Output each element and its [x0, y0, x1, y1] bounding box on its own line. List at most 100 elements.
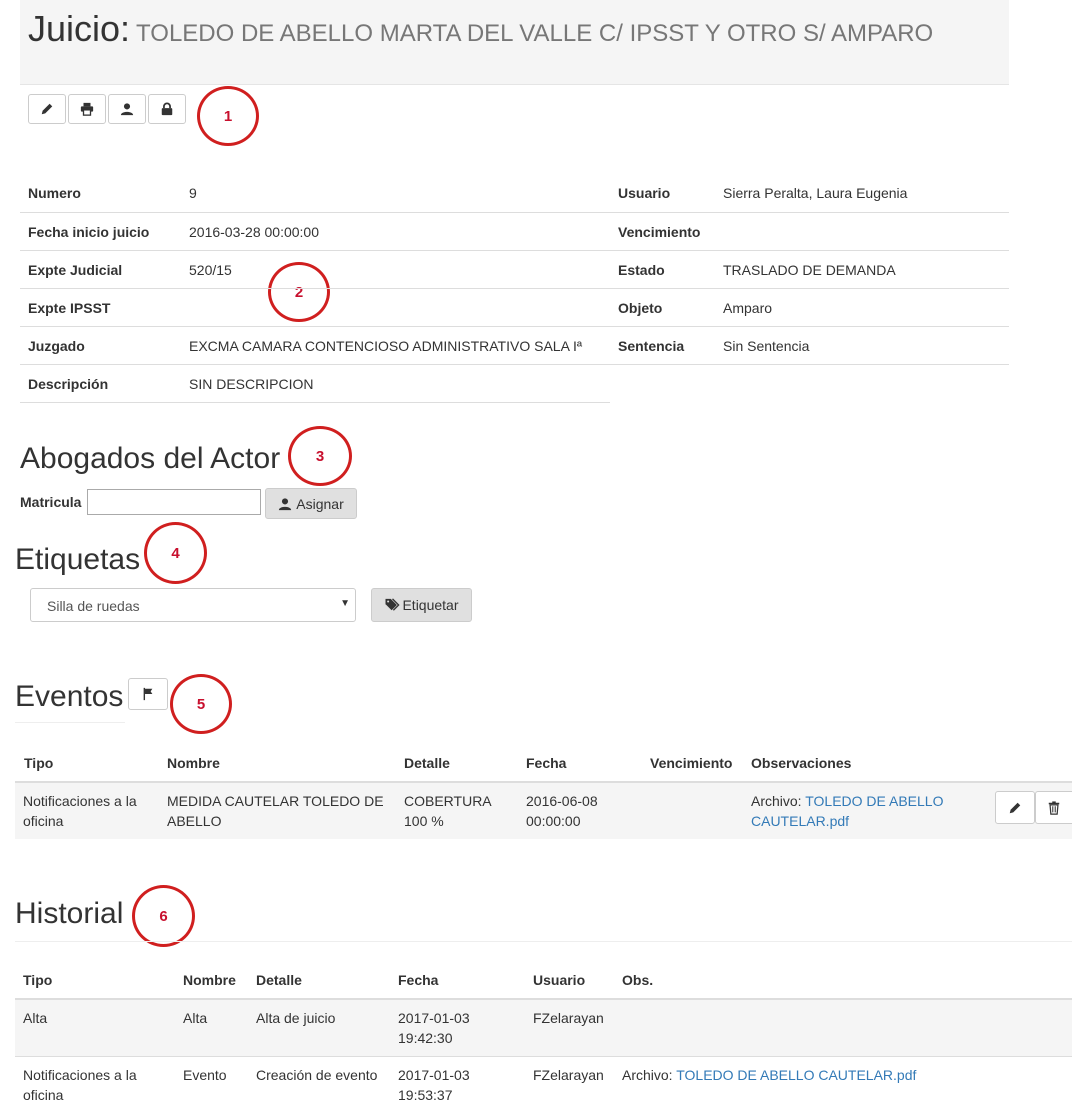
page-title: Juicio: TOLEDO DE ABELLO MARTA DEL VALLE … [28, 8, 933, 50]
etiquetar-label: Etiquetar [402, 597, 459, 613]
column-header: Observaciones [751, 755, 852, 771]
info-row: Expte Judicial 520/15 [20, 250, 610, 288]
info-label: Expte IPSST [28, 300, 111, 316]
historial-heading: Historial [15, 897, 124, 930]
info-row: Fecha inicio juicio 2016-03-28 00:00:00 [20, 212, 610, 250]
column-header: Tipo [24, 755, 54, 771]
info-value: 2016-03-28 00:00:00 [189, 224, 319, 240]
info-value: Amparo [723, 300, 773, 316]
column-header: Tipo [23, 972, 53, 988]
cell-usuario: FZelarayan [533, 1010, 604, 1026]
column-header: Fecha [398, 972, 439, 988]
print-button[interactable] [68, 94, 106, 124]
info-row: Juzgado EXCMA CAMARA CONTENCIOSO ADMINIS… [20, 326, 610, 364]
table-row: Alta Alta Alta de juicio 2017-01-03 19:4… [15, 1000, 1072, 1056]
cell-obs: Archivo: TOLEDO DE ABELLO CAUTELAR.pdf [622, 1065, 1062, 1085]
cell-tipo: Notificaciones a la oficina [23, 793, 137, 829]
user-button[interactable] [108, 94, 146, 124]
column-header: Detalle [256, 972, 302, 988]
user-icon [120, 103, 134, 116]
info-label: Vencimiento [618, 224, 701, 240]
info-label: Objeto [618, 300, 663, 316]
column-header: Obs. [622, 972, 654, 988]
etiquetar-button[interactable]: Etiquetar [371, 588, 472, 622]
cell-observaciones: Archivo: TOLEDO DE ABELLO CAUTELAR.pdf [751, 791, 976, 831]
etiqueta-selected: Silla de ruedas [47, 598, 140, 614]
file-link[interactable]: TOLEDO DE ABELLO CAUTELAR.pdf [676, 1067, 916, 1083]
annotation-4: 4 [144, 522, 207, 584]
info-row: Expte IPSST [20, 288, 610, 326]
table-row: Notificaciones a la oficina MEDIDA CAUTE… [15, 783, 1072, 839]
info-label: Sentencia [618, 338, 685, 354]
info-row: Usuario Sierra Peralta, Laura Eugenia [610, 174, 1009, 212]
etiqueta-select[interactable]: Silla de ruedas ▼ [30, 588, 356, 622]
info-row: Estado TRASLADO DE DEMANDA [610, 250, 1009, 288]
pencil-icon [41, 103, 53, 115]
annotation-5: 5 [170, 674, 232, 734]
title-label: Juicio: [28, 8, 131, 49]
info-value: Sierra Peralta, Laura Eugenia [723, 185, 908, 201]
info-row: Objeto Amparo [610, 288, 1009, 326]
info-label: Estado [618, 262, 665, 278]
cell-fecha: 2016-06-08 00:00:00 [526, 793, 598, 829]
user-icon [279, 497, 292, 510]
info-label: Fecha inicio juicio [28, 224, 150, 240]
cell-fecha: 2017-01-03 19:42:30 [398, 1010, 470, 1046]
matricula-input[interactable] [87, 489, 261, 515]
cell-fecha: 2017-01-03 19:53:37 [398, 1067, 470, 1103]
obs-prefix: Archivo: [751, 793, 802, 809]
info-value: 9 [189, 185, 197, 201]
case-title: TOLEDO DE ABELLO MARTA DEL VALLE C/ IPSS… [136, 20, 934, 47]
obs-prefix: Archivo: [622, 1067, 673, 1083]
pencil-icon [1009, 802, 1021, 813]
info-label: Expte Judicial [28, 262, 123, 278]
info-row: Descripción SIN DESCRIPCION [20, 364, 610, 403]
delete-event-button[interactable] [1035, 791, 1072, 824]
cell-tipo: Alta [23, 1010, 48, 1026]
print-icon [80, 102, 94, 116]
cell-detalle: COBERTURA 100 % [404, 793, 491, 829]
info-row: Sentencia Sin Sentencia [610, 326, 1009, 365]
annotation-3: 3 [288, 426, 352, 486]
column-header: Nombre [183, 972, 236, 988]
info-row: Vencimiento [610, 212, 1009, 250]
assign-label: Asignar [296, 495, 344, 512]
info-label: Juzgado [28, 338, 85, 354]
page-header: Juicio: TOLEDO DE ABELLO MARTA DEL VALLE … [20, 0, 1009, 85]
etiquetas-heading: Etiquetas [15, 543, 141, 576]
cell-nombre: Alta [183, 1010, 208, 1026]
info-value: 520/15 [189, 262, 232, 278]
edit-event-button[interactable] [995, 791, 1035, 824]
annotation-6: 6 [132, 885, 195, 947]
cell-tipo: Notificaciones a la oficina [23, 1067, 137, 1103]
column-header: Fecha [526, 755, 567, 771]
table-row: Notificaciones a la oficina Evento Creac… [15, 1057, 1072, 1116]
add-event-button[interactable] [128, 678, 168, 710]
info-value: SIN DESCRIPCION [189, 376, 314, 392]
column-header: Vencimiento [650, 755, 733, 771]
column-header: Nombre [167, 755, 220, 771]
heading-divider [15, 722, 125, 723]
info-label: Usuario [618, 185, 671, 201]
lock-button[interactable] [148, 94, 186, 124]
cell-nombre: MEDIDA CAUTELAR TOLEDO DE ABELLO [167, 793, 384, 829]
edit-button[interactable] [28, 94, 66, 124]
tags-icon [385, 598, 401, 611]
cell-detalle: Alta de juicio [256, 1010, 336, 1026]
cell-detalle: Creación de evento [256, 1067, 378, 1083]
abogados-heading: Abogados del Actor [20, 442, 281, 475]
info-value: Sin Sentencia [723, 338, 810, 354]
column-header: Usuario [533, 972, 586, 988]
cell-usuario: FZelarayan [533, 1067, 604, 1083]
column-header: Detalle [404, 755, 450, 771]
flag-icon [143, 687, 153, 701]
assign-button[interactable]: Asignar [265, 488, 357, 519]
heading-divider [15, 941, 1072, 942]
cell-nombre: Evento [183, 1067, 227, 1083]
info-value: TRASLADO DE DEMANDA [723, 262, 896, 278]
annotation-1: 1 [197, 86, 259, 146]
trash-icon [1048, 800, 1060, 815]
dropdown-arrow-icon: ▼ [340, 598, 350, 609]
eventos-heading: Eventos [15, 680, 124, 713]
info-label: Descripción [28, 376, 109, 392]
